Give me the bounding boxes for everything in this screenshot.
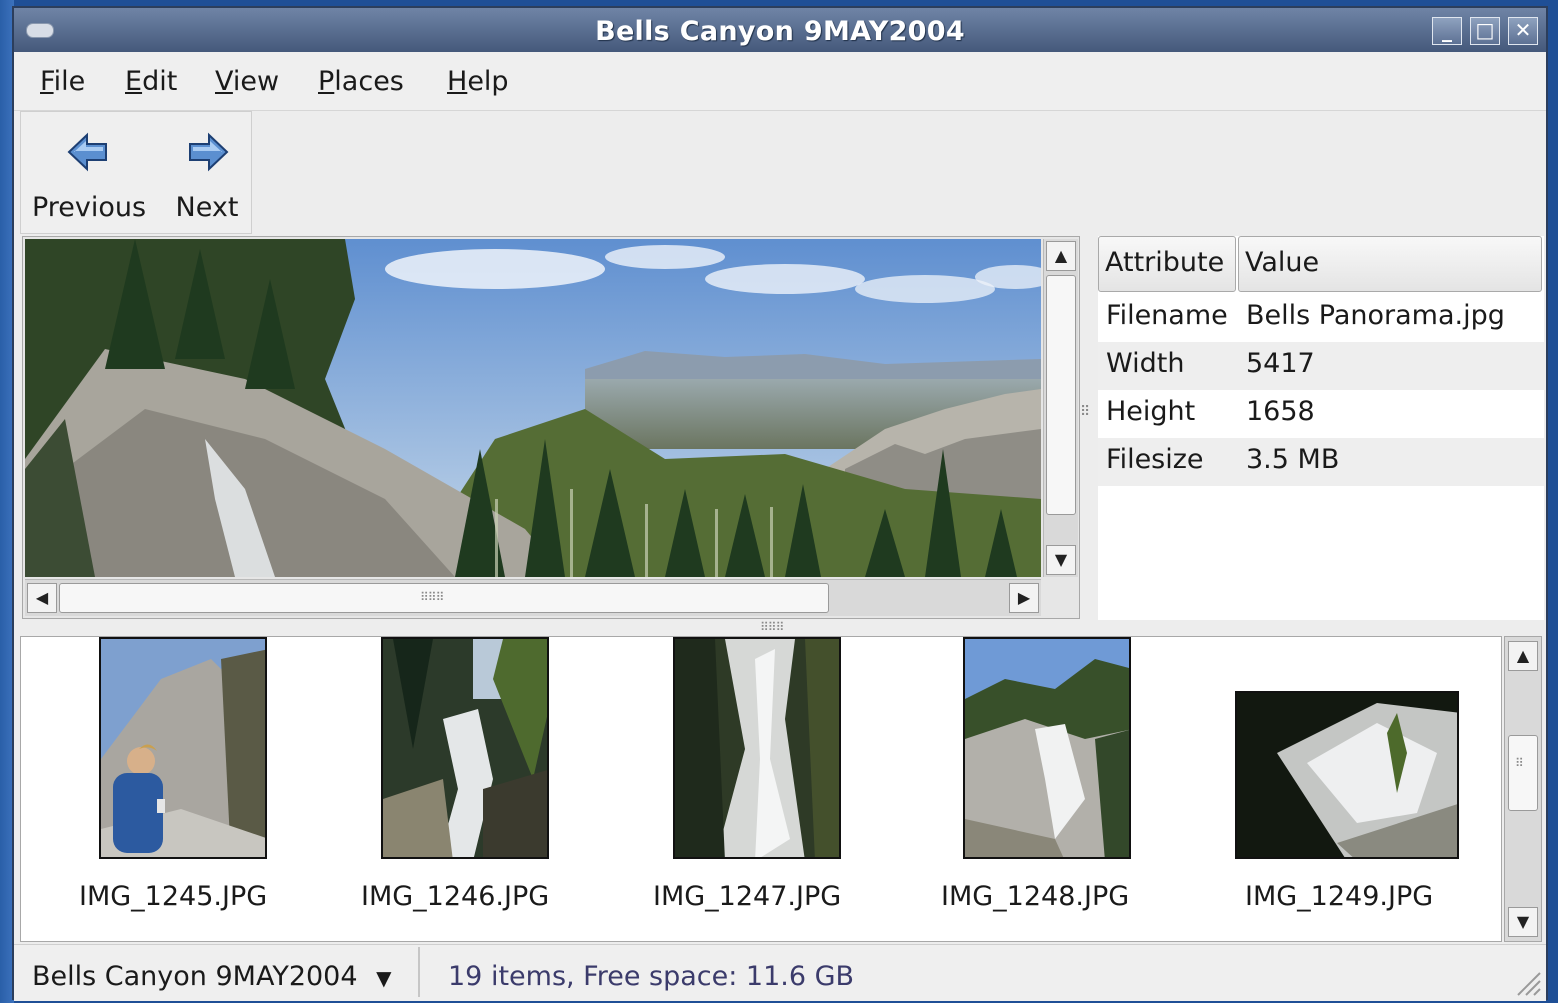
thumbnail-image (963, 637, 1131, 859)
menu-edit-label: dit (142, 66, 178, 97)
property-row[interactable]: Width 5417 (1098, 342, 1544, 390)
menu-help-label: elp (467, 66, 509, 97)
thumbnail-item[interactable]: IMG_1247.JPG (601, 637, 891, 937)
menu-edit-mnemonic: E (125, 66, 143, 97)
scroll-down-arrow-icon[interactable]: ▼ (1046, 545, 1076, 575)
property-row[interactable]: Filesize 3.5 MB (1098, 438, 1544, 486)
image-viewer-window: Bells Canyon 9MAY2004 _ □ ✕ File Edit Vi… (12, 6, 1548, 1001)
property-attribute: Height (1106, 396, 1196, 427)
property-attribute: Width (1106, 348, 1185, 379)
menu-places-mnemonic: P (318, 66, 335, 97)
property-value: Bells Panorama.jpg (1246, 300, 1505, 331)
thumbnail-vscroll-thumb[interactable]: ⠿ (1508, 735, 1538, 811)
thumbnail-item[interactable]: IMG_1249.JPG (1181, 637, 1481, 937)
menu-edit[interactable]: Edit (125, 66, 177, 97)
property-row[interactable]: Filename Bells Panorama.jpg (1098, 294, 1544, 342)
column-header-value[interactable]: Value (1238, 236, 1542, 292)
scroll-grip-icon: ⠿ (1515, 756, 1524, 770)
menu-file-mnemonic: F (40, 66, 54, 97)
property-row[interactable]: Height 1658 (1098, 390, 1544, 438)
properties-panel: Attribute Value Filename Bells Panorama.… (1098, 236, 1544, 620)
folder-dropdown[interactable]: Bells Canyon 9MAY2004 ▼ (20, 947, 420, 997)
image-view-pane: ▲ ▼ ◀ ⠿⠿⠿ ▶ (22, 236, 1080, 619)
property-attribute: Filename (1106, 300, 1228, 331)
image-vertical-scrollbar[interactable]: ▲ ▼ (1043, 239, 1078, 577)
thumbnail-image (381, 637, 549, 859)
close-button[interactable]: ✕ (1508, 17, 1538, 45)
thumbnail-vertical-scrollbar[interactable]: ▲ ⠿ ▼ (1504, 636, 1542, 942)
chevron-down-icon: ▼ (376, 966, 392, 990)
scroll-down-arrow-icon[interactable]: ▼ (1508, 907, 1538, 937)
menu-help-mnemonic: H (447, 66, 468, 97)
thumbnail-item[interactable]: IMG_1246.JPG (311, 637, 601, 937)
menu-view-mnemonic: V (215, 66, 233, 97)
thumbnail-label: IMG_1246.JPG (361, 881, 550, 912)
property-value: 1658 (1246, 396, 1315, 427)
pane-splitter-vertical-icon[interactable]: ⠿ (1080, 404, 1090, 420)
menu-places-label: laces (334, 66, 404, 97)
menu-view-label: iew (232, 66, 280, 97)
menu-help[interactable]: Help (447, 66, 509, 97)
status-text: 19 items, Free space: 11.6 GB (448, 961, 855, 992)
thumbnail-label: IMG_1247.JPG (653, 881, 842, 912)
folder-dropdown-value: Bells Canyon 9MAY2004 (32, 961, 358, 992)
arrow-right-icon (189, 132, 229, 172)
panorama-image[interactable] (25, 239, 1041, 577)
menu-places[interactable]: Places (318, 66, 404, 97)
thumbnail-item[interactable]: IMG_1245.JPG (21, 637, 311, 937)
scroll-left-arrow-icon[interactable]: ◀ (27, 583, 57, 613)
image-horizontal-scrollbar[interactable]: ◀ ⠿⠿⠿ ▶ (25, 579, 1041, 616)
next-label: Next (175, 192, 239, 223)
status-bar: Bells Canyon 9MAY2004 ▼ 19 items, Free s… (14, 944, 1546, 1001)
column-header-attribute[interactable]: Attribute (1098, 236, 1236, 292)
thumbnail-image (99, 637, 267, 859)
pane-splitter-horizontal-icon[interactable]: ⠿⠿⠿ (760, 620, 784, 634)
maximize-button[interactable]: □ (1470, 17, 1500, 45)
image-vscroll-thumb[interactable] (1046, 275, 1076, 515)
resize-grip-icon[interactable] (1512, 967, 1542, 997)
previous-button[interactable]: Previous (25, 112, 153, 233)
property-attribute: Filesize (1106, 444, 1204, 475)
menu-file-label: ile (53, 66, 86, 97)
property-value: 3.5 MB (1246, 444, 1340, 475)
property-value: 5417 (1246, 348, 1315, 379)
scroll-up-arrow-icon[interactable]: ▲ (1508, 641, 1538, 671)
menu-bar: File Edit View Places Help (14, 52, 1546, 111)
scroll-grip-icon: ⠿⠿⠿ (420, 590, 444, 604)
panorama-photo (25, 239, 1041, 577)
thumbnail-image (673, 637, 841, 859)
image-hscroll-thumb[interactable]: ⠿⠿⠿ (59, 583, 829, 613)
menu-view[interactable]: View (215, 66, 279, 97)
scroll-up-arrow-icon[interactable]: ▲ (1046, 241, 1076, 271)
menu-file[interactable]: File (40, 66, 85, 97)
scroll-right-arrow-icon[interactable]: ▶ (1009, 583, 1039, 613)
thumbnail-browser: IMG_1245.JPG IMG_1246.JPG IMG_1247.JPG I… (20, 636, 1502, 942)
thumbnail-image (1235, 691, 1459, 859)
arrow-left-icon (67, 132, 107, 172)
toolbar: Previous Next (20, 111, 252, 234)
previous-label: Previous (31, 192, 147, 223)
thumbnail-label: IMG_1245.JPG (79, 881, 268, 912)
thumbnail-item[interactable]: IMG_1248.JPG (891, 637, 1181, 937)
minimize-button[interactable]: _ (1432, 17, 1462, 45)
window-title: Bells Canyon 9MAY2004 (595, 16, 965, 47)
next-button[interactable]: Next (165, 112, 249, 233)
thumbnail-label: IMG_1249.JPG (1245, 881, 1434, 912)
thumbnail-label: IMG_1248.JPG (941, 881, 1130, 912)
title-bar[interactable]: Bells Canyon 9MAY2004 _ □ ✕ (14, 8, 1546, 53)
